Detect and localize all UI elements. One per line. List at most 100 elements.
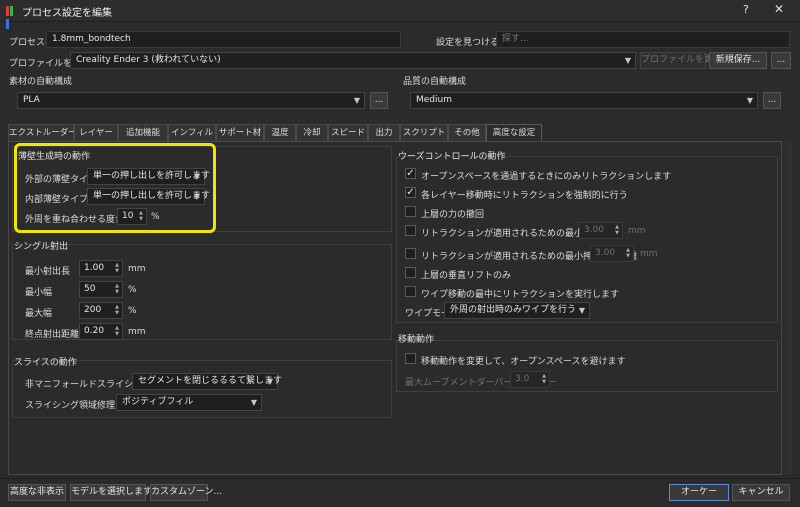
nonmanifold-select[interactable]: セグメントを閉じるるるて繋します ▼ [132, 373, 282, 390]
end-extrusion-distance-spinbox[interactable]: 0.20 ▲ ▼ [79, 323, 123, 340]
ooze-item-5-checkbox[interactable] [405, 248, 416, 259]
tab-advanced[interactable]: 高度な設定 [486, 124, 542, 142]
end-extrusion-distance-unit: mm [128, 327, 146, 337]
single-extrusion-title: シングル射出 [14, 242, 69, 252]
min-extrusion-distance-unit: mm [640, 249, 658, 259]
vertical-scrollbar[interactable] [785, 141, 792, 475]
avoid-open-space-label: 移動動作を変更して、オープンスペースを避けます [421, 357, 626, 367]
chevron-down-icon: ▼ [353, 96, 360, 105]
search-input[interactable]: 探す... [496, 31, 790, 48]
window-title: プロセス設定を編集 [22, 8, 112, 19]
title-bar: プロセス設定を編集 ? ✕ [0, 0, 800, 29]
spin-arrows-icon[interactable]: ▲ ▼ [540, 373, 548, 386]
avoid-open-space-checkbox[interactable] [405, 353, 416, 364]
tab-additional[interactable]: 追加機能 [118, 124, 168, 141]
ooze-item-7-checkbox[interactable] [405, 286, 416, 297]
tab-infill[interactable]: インフィル [168, 124, 216, 141]
update-profile-button[interactable]: プロファイルを更新 [640, 52, 722, 69]
process-name-input[interactable]: 1.8mm_bondtech [46, 31, 401, 48]
wipe-mode-value: 外周の射出時のみワイプを行う [450, 305, 577, 315]
chevron-down-icon: ▼ [250, 398, 257, 407]
chevron-down-icon: ▼ [266, 377, 273, 386]
max-width-label: 最大幅 [25, 309, 53, 319]
nonmanifold-value: セグメントを閉じるるるて繋します [138, 376, 283, 386]
material-select-value: PLA [23, 95, 40, 105]
tab-script[interactable]: スクリプト [400, 124, 448, 141]
max-width-unit: % [128, 306, 137, 316]
min-travel-distance-value: 3.00 [584, 225, 605, 235]
min-width-value: 50 [84, 284, 96, 294]
spin-arrows-icon[interactable]: ▲ ▼ [113, 262, 121, 275]
tab-speed[interactable]: スピード [328, 124, 368, 141]
material-more-button[interactable]: ... [370, 92, 388, 109]
min-extrusion-length-value: 1.00 [84, 263, 105, 273]
ooze-item-6-label: 上層の垂直リフトのみ [421, 271, 512, 281]
ooze-item-2-label: 各レイヤー移動時にリトラクションを強制的に行う [421, 191, 628, 201]
spin-arrows-icon[interactable]: ▲ ▼ [624, 247, 632, 260]
end-extrusion-distance-value: 0.20 [84, 326, 105, 336]
min-extrusion-distance-spinbox[interactable]: 3.00 ▲ ▼ [590, 245, 634, 262]
min-travel-distance-spinbox[interactable]: 3.00 ▲ ▼ [579, 222, 623, 239]
max-movement-factor-value: 3.0 [515, 374, 530, 384]
new-save-button[interactable]: 新規保存... [709, 52, 767, 69]
move-behavior-title: 移動動作 [398, 335, 435, 345]
slicing-repair-value: ポジティブフィル [122, 397, 194, 407]
ok-button[interactable]: オーケー [669, 484, 729, 501]
min-width-unit: % [128, 285, 137, 295]
quality-more-button[interactable]: ... [763, 92, 781, 109]
max-width-spinbox[interactable]: 200 ▲ ▼ [79, 302, 123, 319]
material-auto-label: 素材の自動構成 [9, 77, 73, 87]
quality-select-value: Medium [416, 95, 452, 105]
chevron-down-icon: ▼ [578, 306, 585, 315]
custom-zone-button[interactable]: カスタムゾーン... [150, 484, 222, 501]
ooze-control-title: ウーズコントロールの動作 [398, 152, 506, 162]
spin-arrows-icon[interactable]: ▲ ▼ [113, 283, 121, 296]
ooze-item-4-checkbox[interactable] [405, 225, 416, 236]
close-button[interactable]: ✕ [774, 2, 784, 16]
ooze-item-7-label: ワイプ移動の最中にリトラクションを実行します [421, 290, 620, 300]
ooze-item-3-label: 上層の力の撤回 [421, 210, 485, 220]
min-width-label: 最小幅 [25, 288, 53, 298]
min-width-spinbox[interactable]: 50 ▲ ▼ [79, 281, 123, 298]
quality-auto-label: 品質の自動構成 [403, 77, 467, 87]
quality-select[interactable]: Medium ▼ [410, 92, 758, 109]
tab-temperature[interactable]: 温度 [264, 124, 296, 141]
material-select[interactable]: PLA ▼ [17, 92, 365, 109]
spin-arrows-icon[interactable]: ▲ ▼ [613, 224, 621, 237]
tab-layer[interactable]: レイヤー [74, 124, 118, 141]
tab-other[interactable]: その他 [448, 124, 486, 141]
max-width-value: 200 [84, 305, 102, 315]
tab-support[interactable]: サポート材 [216, 124, 264, 141]
tab-extruder[interactable]: エクストルーダー [8, 124, 77, 141]
profile-select[interactable]: Creality Ender 3 (救われていない) ▼ [70, 52, 636, 69]
highlight-box [14, 143, 216, 233]
min-extrusion-distance-value: 3.00 [595, 248, 616, 258]
min-extrusion-length-unit: mm [128, 264, 146, 274]
help-button[interactable]: ? [743, 3, 749, 16]
chevron-down-icon: ▼ [624, 56, 631, 65]
chevron-down-icon: ▼ [746, 96, 753, 105]
hide-advanced-button[interactable]: 高度な非表示 [8, 484, 66, 501]
footer-divider [0, 478, 800, 479]
cancel-button[interactable]: キャンセル [732, 484, 790, 501]
tab-cooling[interactable]: 冷却 [296, 124, 328, 141]
spin-arrows-icon[interactable]: ▲ ▼ [113, 325, 121, 338]
end-extrusion-distance-label: 終点射出距離 [25, 330, 80, 340]
ooze-item-1-checkbox[interactable]: ✓ [405, 168, 416, 179]
slicing-repair-select[interactable]: ポジティブフィル ▼ [116, 394, 262, 411]
slice-behavior-title: スライスの動作 [14, 358, 77, 368]
min-travel-distance-unit: mm [628, 226, 646, 236]
tab-output[interactable]: 出力 [368, 124, 400, 141]
single-extrusion-group [12, 244, 392, 340]
min-extrusion-length-spinbox[interactable]: 1.00 ▲ ▼ [79, 260, 123, 277]
ooze-item-2-checkbox[interactable]: ✓ [405, 187, 416, 198]
max-movement-factor-spinbox[interactable]: 3.0 ▲ ▼ [510, 371, 550, 388]
wipe-mode-select[interactable]: 外周の射出時のみワイプを行う ▼ [444, 302, 590, 319]
ooze-item-6-checkbox[interactable] [405, 267, 416, 278]
select-model-button[interactable]: モデルを選択します... [70, 484, 161, 501]
ooze-item-3-checkbox[interactable] [405, 206, 416, 217]
min-extrusion-length-label: 最小射出長 [25, 267, 71, 277]
ooze-item-1-label: オープンスペースを通過するときにのみリトラクションします [421, 172, 672, 182]
spin-arrows-icon[interactable]: ▲ ▼ [113, 304, 121, 317]
profile-more-button[interactable]: ... [771, 52, 791, 69]
